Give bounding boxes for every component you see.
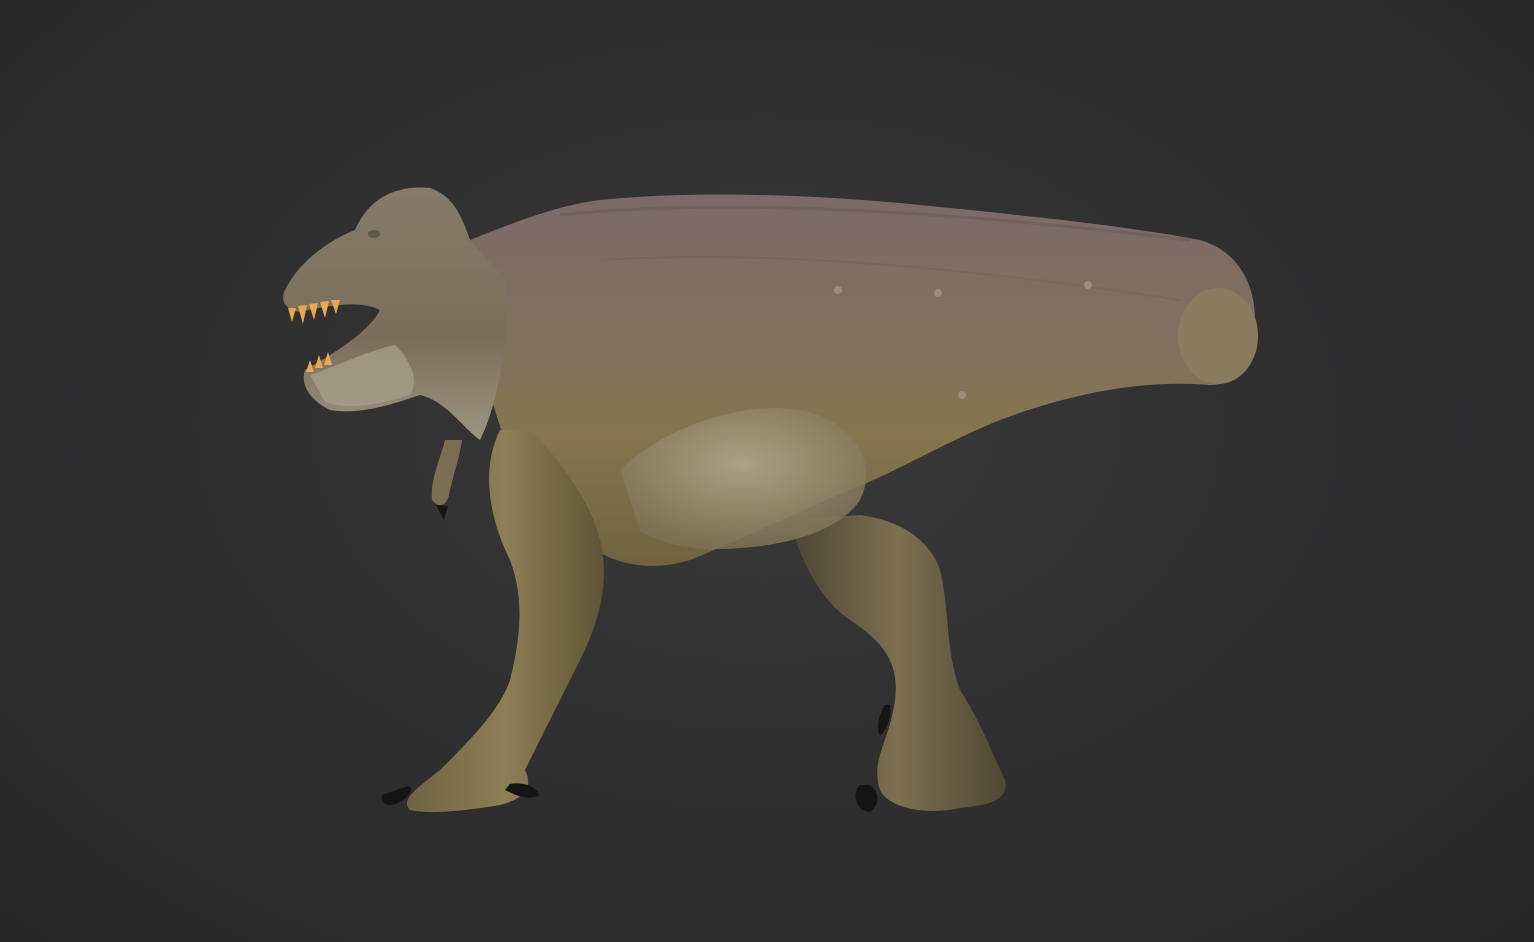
t-rex-model[interactable] (0, 0, 1534, 942)
small-arm (431, 440, 462, 520)
eye (368, 230, 380, 238)
3d-viewport[interactable] (0, 0, 1534, 942)
head (283, 187, 507, 440)
near-leg (381, 430, 604, 813)
far-leg (790, 515, 1006, 812)
tail-tip (1178, 288, 1258, 384)
